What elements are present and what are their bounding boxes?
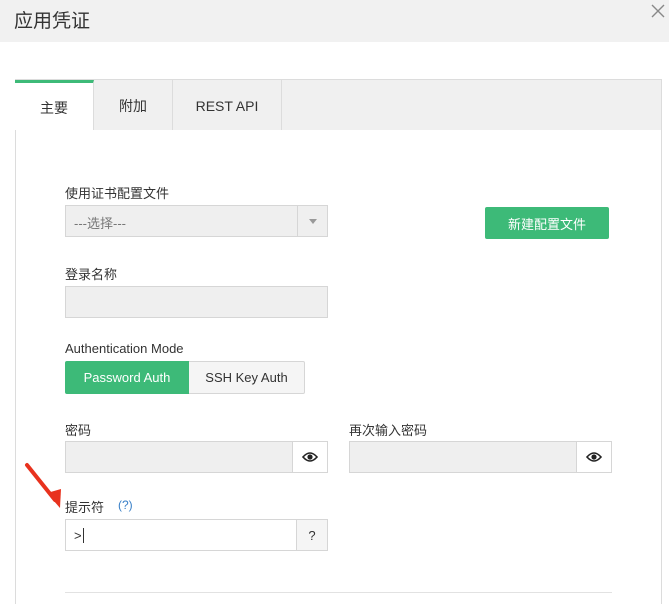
password-input[interactable] <box>65 441 328 473</box>
prompt-value: > <box>74 527 82 543</box>
prompt-help-button[interactable]: ? <box>296 519 328 551</box>
password-confirm-label: 再次输入密码 <box>349 423 428 438</box>
annotation-arrow-icon <box>24 462 64 517</box>
divider <box>65 592 612 593</box>
profile-select-value: ---选择--- <box>74 216 126 231</box>
dialog-title: 应用凭证 <box>14 11 91 32</box>
chevron-down-icon[interactable] <box>297 206 327 236</box>
auth-mode-label: Authentication Mode <box>65 341 184 356</box>
password-confirm-input[interactable] <box>349 441 612 473</box>
tab-additional[interactable]: 附加 <box>94 80 173 132</box>
prompt-input[interactable]: > <box>65 519 297 551</box>
eye-icon[interactable] <box>576 442 611 472</box>
dialog-header: 应用凭证 <box>0 0 669 42</box>
ssh-key-auth-button[interactable]: SSH Key Auth <box>189 361 305 394</box>
close-icon[interactable] <box>649 2 667 20</box>
profile-label: 使用证书配置文件 <box>65 186 170 201</box>
text-caret <box>82 527 84 543</box>
tab-bar: 主要 附加 REST API <box>15 79 662 133</box>
profile-select[interactable]: ---选择--- <box>65 205 328 237</box>
password-label: 密码 <box>65 423 92 438</box>
login-name-label: 登录名称 <box>65 267 118 282</box>
prompt-label: 提示符 <box>65 500 105 515</box>
password-auth-button[interactable]: Password Auth <box>65 361 189 394</box>
new-profile-button[interactable]: 新建配置文件 <box>485 207 609 239</box>
tab-rest-api[interactable]: REST API <box>173 80 282 132</box>
eye-icon[interactable] <box>292 442 327 472</box>
login-name-input[interactable] <box>65 286 328 318</box>
tab-main[interactable]: 主要 <box>15 80 94 133</box>
prompt-help-link[interactable]: (?) <box>118 498 133 512</box>
